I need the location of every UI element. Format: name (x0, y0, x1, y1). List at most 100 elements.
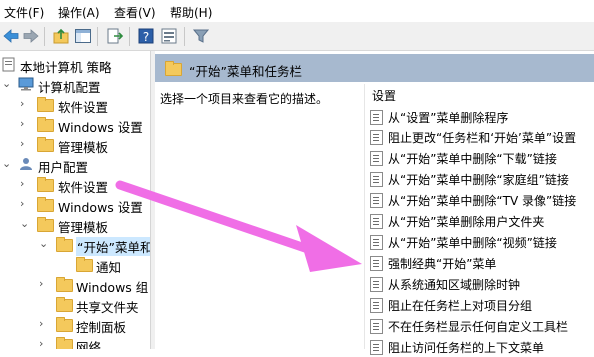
tree-label: 控制面板 (76, 320, 127, 335)
tree-start-menu[interactable]: ⌄ “开始”菜单和 (0, 235, 150, 256)
setting-label: 阻止在任务栏上对项目分组 (388, 299, 533, 313)
tree-uc-admin[interactable]: ⌄ 管理模板 (0, 215, 150, 235)
setting-label: 从“开始”菜单中删除“视频”链接 (388, 236, 557, 250)
svg-text:?: ? (143, 30, 149, 44)
folder-icon (37, 117, 54, 132)
policy-setting-icon (370, 340, 383, 355)
toolbar-separator (44, 27, 45, 46)
policy-setting-icon (370, 298, 383, 313)
chevron-right-icon[interactable]: › (39, 318, 49, 330)
tree-cc-windows[interactable]: › Windows 设置 (0, 115, 150, 135)
folder-icon (37, 97, 54, 112)
tree-label: 网络 (76, 340, 102, 349)
tree-windows-components[interactable]: › Windows 组 (0, 275, 150, 295)
setting-label: 强制经典“开始”菜单 (388, 257, 497, 271)
setting-label: 阻止访问任务栏的上下文菜单 (388, 341, 545, 355)
policy-setting-icon (370, 193, 383, 208)
policy-setting-icon (370, 277, 383, 292)
pane-title: “开始”菜单和任务栏 (189, 64, 302, 79)
folder-icon (37, 217, 54, 232)
tree-root[interactable]: 本地计算机 策略 (0, 55, 150, 75)
folder-icon (37, 177, 54, 192)
policy-setting-icon (370, 214, 383, 229)
tree-label: 软件设置 (58, 100, 109, 115)
chevron-down-icon[interactable]: ⌄ (2, 78, 12, 90)
tree-uc-windows[interactable]: › Windows 设置 (0, 195, 150, 215)
tree-label: 通知 (96, 260, 122, 275)
chevron-right-icon[interactable]: › (39, 338, 49, 350)
chevron-right-icon[interactable]: › (20, 178, 30, 190)
policy-doc-icon (2, 57, 18, 72)
tree-root-label: 本地计算机 策略 (20, 60, 112, 75)
tree-user-config[interactable]: ⌄ 用户配置 (0, 155, 150, 176)
policy-setting-icon (370, 172, 383, 187)
tree-cc-software[interactable]: › 软件设置 (0, 95, 150, 115)
tree-shared-folders[interactable]: 共享文件夹 (0, 295, 150, 315)
folder-icon (37, 197, 54, 212)
filter-icon[interactable] (192, 27, 210, 45)
toolbar-separator (129, 27, 130, 46)
tree-network[interactable]: › 网络 (0, 335, 150, 349)
chevron-down-icon[interactable]: ⌄ (2, 158, 12, 170)
tree-label: “开始”菜单和 (76, 237, 150, 256)
chevron-right-icon[interactable]: › (20, 138, 30, 150)
column-divider (364, 84, 365, 349)
export-list-icon[interactable] (106, 27, 124, 45)
help-icon[interactable]: ? (137, 27, 155, 45)
folder-icon (56, 237, 73, 252)
chevron-right-icon[interactable]: › (20, 118, 30, 130)
toolbar-separator (184, 27, 185, 46)
policy-setting-icon (370, 151, 383, 166)
policy-setting-icon (370, 110, 383, 125)
chevron-down-icon[interactable]: ⌄ (20, 218, 30, 230)
policy-tree: 本地计算机 策略 ⌄ 计算机配置 › 软件设置 › Windows 设置 › 管… (0, 51, 150, 349)
chevron-right-icon[interactable]: › (20, 198, 30, 210)
tree-label: 计算机配置 (38, 80, 101, 95)
pane-splitter[interactable] (150, 51, 155, 349)
menu-help[interactable]: 帮助(H) (170, 4, 212, 21)
tree-label: 软件设置 (58, 180, 109, 195)
folder-icon (56, 297, 73, 312)
tree-control-panel[interactable]: › 控制面板 (0, 315, 150, 335)
user-icon (18, 157, 34, 171)
tree-computer-config[interactable]: ⌄ 计算机配置 (0, 75, 150, 95)
menu-bar: 文件(F) 操作(A) 查看(V) 帮助(H) (0, 0, 594, 23)
back-icon[interactable] (2, 27, 20, 45)
menu-action[interactable]: 操作(A) (58, 4, 100, 21)
folder-icon (56, 317, 73, 332)
policy-setting-icon (370, 319, 383, 334)
description-text: 选择一个项目来查看它的描述。 (160, 92, 329, 106)
tree-cc-admin[interactable]: › 管理模板 (0, 135, 150, 155)
setting-label: 不在任务栏显示任何自定义工具栏 (388, 320, 569, 334)
setting-label: 从“设置”菜单删除程序 (388, 111, 509, 125)
folder-icon (37, 137, 54, 152)
menu-view[interactable]: 查看(V) (114, 4, 156, 21)
toolbar-separator (97, 27, 98, 46)
tree-label: 管理模板 (58, 220, 109, 235)
settings-column-header[interactable]: 设置 (372, 87, 396, 104)
tree-notify[interactable]: 通知 (0, 255, 150, 275)
folder-icon (56, 337, 73, 349)
tree-label: 管理模板 (58, 140, 109, 155)
chevron-down-icon[interactable]: ⌄ (39, 238, 49, 250)
up-folder-icon[interactable] (52, 27, 70, 45)
chevron-right-icon[interactable]: › (20, 98, 30, 110)
computer-icon (18, 77, 34, 91)
forward-icon[interactable] (22, 27, 40, 45)
chevron-right-icon[interactable]: › (39, 278, 49, 290)
policy-setting-icon (370, 256, 383, 271)
setting-label: 从“开始”菜单中删除“TV 录像”链接 (388, 194, 577, 208)
tree-uc-software[interactable]: › 软件设置 (0, 175, 150, 195)
tree-label: 用户配置 (38, 160, 89, 175)
setting-label: 从“开始”菜单中删除“家庭组”链接 (388, 173, 569, 187)
folder-icon (165, 61, 182, 76)
properties-icon[interactable] (160, 27, 178, 45)
policy-setting-icon (370, 130, 383, 145)
policy-setting-icon (370, 235, 383, 250)
pane-header: “开始”菜单和任务栏 (155, 54, 594, 82)
show-hide-tree-icon[interactable] (74, 27, 92, 45)
menu-file[interactable]: 文件(F) (4, 4, 44, 21)
setting-label: 阻止更改“任务栏和‘开始’菜单”设置 (388, 131, 577, 145)
folder-icon (76, 257, 93, 272)
tree-label: Windows 组 (76, 280, 149, 295)
